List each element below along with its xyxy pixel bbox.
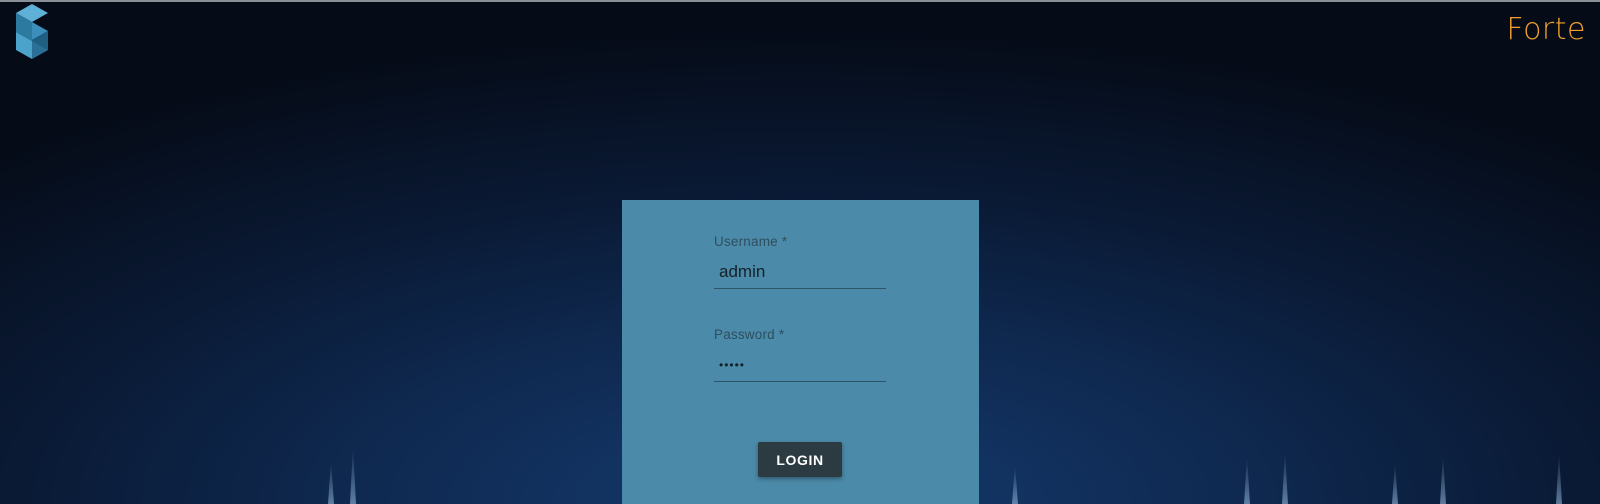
login-page: { "header": { "brand": "Forte", "brand_c…: [0, 0, 1600, 504]
login-card: Username * Password * LOGIN: [622, 200, 979, 504]
password-field: Password *: [714, 327, 886, 382]
top-border: [0, 0, 1600, 2]
username-field: Username *: [714, 234, 886, 289]
login-button[interactable]: LOGIN: [758, 442, 842, 477]
password-label: Password *: [714, 327, 785, 342]
brand-name: Forte: [1506, 12, 1586, 47]
s-cube-logo-icon: [16, 4, 48, 59]
username-label: Username *: [714, 234, 788, 249]
password-input[interactable]: [714, 354, 886, 382]
username-input[interactable]: [714, 261, 886, 289]
